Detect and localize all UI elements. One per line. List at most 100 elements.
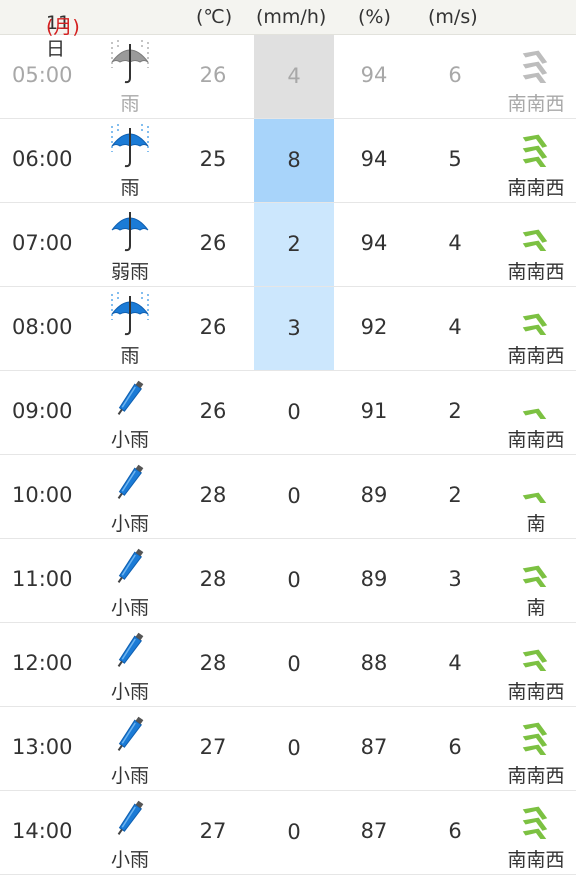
wind-direction-icon bbox=[517, 123, 553, 170]
forecast-row: 11:00 小雨 28 0 89 3 南 bbox=[0, 539, 576, 623]
umbrella-icon bbox=[106, 206, 154, 254]
closed-umbrella-icon bbox=[106, 626, 154, 674]
row-wind-speed: 6 bbox=[448, 735, 462, 759]
wind-direction-icon bbox=[517, 207, 553, 254]
row-humidity: 87 bbox=[360, 819, 388, 843]
row-temperature: 27 bbox=[199, 735, 227, 759]
row-weather: 雨 bbox=[120, 93, 140, 115]
row-wind-direction: 南南西 bbox=[507, 177, 565, 199]
row-weather: 雨 bbox=[120, 177, 140, 199]
row-precipitation: 0 bbox=[287, 568, 301, 592]
row-precipitation: 0 bbox=[287, 484, 301, 508]
row-precipitation: 0 bbox=[287, 400, 301, 424]
row-humidity: 88 bbox=[360, 651, 388, 675]
hourly-forecast-list: 05:00 雨 26 4 94 6 南南西 06:00 雨 25 8 94 5 … bbox=[0, 35, 576, 875]
wind-direction-icon bbox=[517, 627, 553, 674]
umbrella-rain-icon bbox=[106, 290, 154, 338]
row-wind-direction: 南南西 bbox=[507, 261, 565, 283]
row-wind-direction: 南南西 bbox=[507, 429, 565, 451]
row-wind-speed: 4 bbox=[448, 315, 462, 339]
row-time: 07:00 bbox=[12, 231, 73, 255]
row-humidity: 94 bbox=[360, 147, 388, 171]
row-wind-speed: 2 bbox=[448, 483, 462, 507]
row-time: 11:00 bbox=[12, 567, 73, 591]
row-wind-speed: 4 bbox=[448, 231, 462, 255]
row-time: 06:00 bbox=[12, 147, 73, 171]
row-humidity: 89 bbox=[360, 567, 388, 591]
row-wind-speed: 4 bbox=[448, 651, 462, 675]
row-wind-speed: 6 bbox=[448, 819, 462, 843]
header-temp-unit: (℃) bbox=[196, 6, 233, 28]
row-wind-speed: 6 bbox=[448, 63, 462, 87]
forecast-row: 13:00 小雨 27 0 87 6 南南西 bbox=[0, 707, 576, 791]
row-weather: 小雨 bbox=[110, 513, 149, 535]
row-precipitation: 8 bbox=[254, 119, 334, 202]
row-humidity: 92 bbox=[360, 315, 388, 339]
row-weather: 弱雨 bbox=[110, 261, 149, 283]
row-wind-direction: 南南西 bbox=[507, 765, 565, 787]
wind-direction-icon bbox=[517, 711, 553, 758]
forecast-row: 05:00 雨 26 4 94 6 南南西 bbox=[0, 35, 576, 119]
row-temperature: 26 bbox=[199, 63, 227, 87]
row-precipitation: 4 bbox=[254, 35, 334, 118]
forecast-row: 14:00 小雨 27 0 87 6 南南西 bbox=[0, 791, 576, 875]
row-time: 14:00 bbox=[12, 819, 73, 843]
row-precipitation: 2 bbox=[254, 203, 334, 286]
row-temperature: 28 bbox=[199, 651, 227, 675]
wind-direction-icon bbox=[517, 375, 553, 422]
wind-direction-icon bbox=[517, 543, 553, 590]
wind-direction-icon bbox=[517, 291, 553, 338]
row-temperature: 26 bbox=[199, 399, 227, 423]
row-wind-speed: 5 bbox=[448, 147, 462, 171]
closed-umbrella-icon bbox=[106, 374, 154, 422]
forecast-row: 09:00 小雨 26 0 91 2 南南西 bbox=[0, 371, 576, 455]
row-wind-direction: 南南西 bbox=[507, 345, 565, 367]
row-temperature: 26 bbox=[199, 315, 227, 339]
wind-direction-icon bbox=[517, 459, 553, 506]
row-weather: 小雨 bbox=[110, 429, 149, 451]
closed-umbrella-icon bbox=[106, 542, 154, 590]
closed-umbrella-icon bbox=[106, 458, 154, 506]
forecast-row: 06:00 雨 25 8 94 5 南南西 bbox=[0, 119, 576, 203]
row-wind-speed: 3 bbox=[448, 567, 462, 591]
row-temperature: 27 bbox=[199, 819, 227, 843]
forecast-header: 11日 (月) (℃) (mm/h) (%) (m/s) bbox=[0, 0, 576, 60]
closed-umbrella-icon bbox=[106, 794, 154, 842]
row-time: 13:00 bbox=[12, 735, 73, 759]
row-wind-speed: 2 bbox=[448, 399, 462, 423]
row-humidity: 94 bbox=[360, 231, 388, 255]
forecast-row: 08:00 雨 26 3 92 4 南南西 bbox=[0, 287, 576, 371]
row-temperature: 25 bbox=[199, 147, 227, 171]
row-wind-direction: 南南西 bbox=[507, 681, 565, 703]
row-precipitation: 0 bbox=[287, 820, 301, 844]
row-weather: 小雨 bbox=[110, 765, 149, 787]
header-wind-unit: (m/s) bbox=[428, 6, 478, 28]
row-weather: 雨 bbox=[120, 345, 140, 367]
row-temperature: 28 bbox=[199, 483, 227, 507]
header-precip-unit: (mm/h) bbox=[256, 6, 327, 28]
row-precipitation: 3 bbox=[254, 287, 334, 370]
row-humidity: 87 bbox=[360, 735, 388, 759]
forecast-row: 10:00 小雨 28 0 89 2 南 bbox=[0, 455, 576, 539]
umbrella-rain-icon bbox=[106, 122, 154, 170]
row-wind-direction: 南 bbox=[526, 597, 546, 619]
row-precipitation: 0 bbox=[287, 736, 301, 760]
row-weather: 小雨 bbox=[110, 849, 149, 871]
row-temperature: 26 bbox=[199, 231, 227, 255]
forecast-row: 12:00 小雨 28 0 88 4 南南西 bbox=[0, 623, 576, 707]
row-time: 05:00 bbox=[12, 63, 73, 87]
row-time: 12:00 bbox=[12, 651, 73, 675]
header-humidity-unit: (%) bbox=[358, 6, 391, 28]
closed-umbrella-icon bbox=[106, 710, 154, 758]
row-precipitation: 0 bbox=[287, 652, 301, 676]
row-time: 09:00 bbox=[12, 399, 73, 423]
row-wind-direction: 南 bbox=[526, 513, 546, 535]
row-humidity: 89 bbox=[360, 483, 388, 507]
row-temperature: 28 bbox=[199, 567, 227, 591]
row-wind-direction: 南南西 bbox=[507, 93, 565, 115]
forecast-row: 07:00 弱雨 26 2 94 4 南南西 bbox=[0, 203, 576, 287]
row-humidity: 94 bbox=[360, 63, 388, 87]
umbrella-rain-icon bbox=[106, 38, 154, 86]
wind-direction-icon bbox=[517, 39, 553, 86]
row-humidity: 91 bbox=[360, 399, 388, 423]
